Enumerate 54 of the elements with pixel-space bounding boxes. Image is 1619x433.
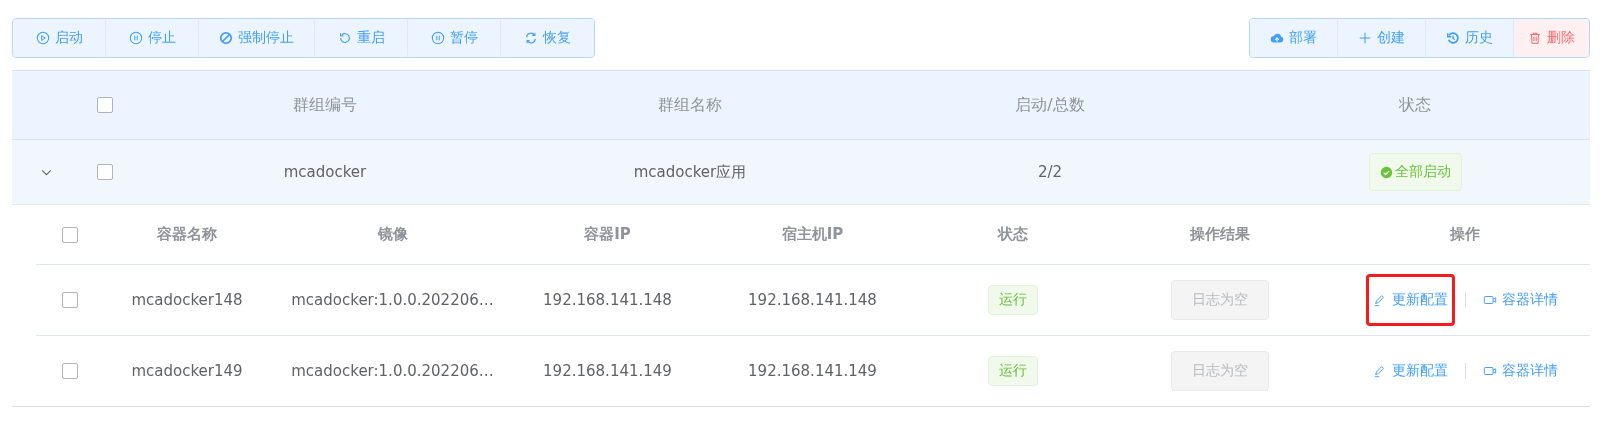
status-tag: 运行 [987,356,1038,386]
column-header: 容器IP [584,225,631,244]
rotate-icon [337,31,352,45]
pencil-icon [1372,293,1387,307]
play-icon [35,31,50,45]
column-header: 群组名称 [658,94,722,116]
column-header: 状态 [997,225,1028,244]
pause-icon [128,31,143,45]
toolbar-button[interactable]: 部署 [1250,19,1338,57]
column-header: 镜像 [377,225,408,244]
status-text: 全部启动 [1394,163,1451,181]
table-cell: mcadocker应用 [633,162,747,182]
table-cell: mcadocker148 [131,291,243,309]
refresh-icon [524,31,538,45]
table-cell: mcadocker149 [131,362,243,380]
video-icon [1482,364,1497,378]
ban-icon [219,31,233,45]
status-tag: 运行 [987,285,1038,315]
table-cell: 2/2 [1037,163,1063,181]
table-cell: 192.168.141.149 [748,362,877,380]
table-cell: 192.168.141.149 [543,362,672,380]
table-cell: 192.168.141.148 [543,291,672,309]
log-button[interactable]: 日志为空 [1171,351,1269,391]
table-cell: mcadocker:1.0.0.202206… [291,362,494,380]
column-header: 状态 [1399,94,1431,116]
table-cell: mcadocker [283,163,367,181]
action-link[interactable]: 更新配置 [1365,345,1455,397]
video-icon [1482,293,1497,307]
checkbox[interactable] [62,292,78,308]
cloud-upload-icon [1270,31,1284,45]
checkbox[interactable] [62,363,78,379]
checkbox[interactable] [62,226,78,243]
checkbox[interactable] [97,97,113,113]
toolbar-button[interactable]: 启动 [13,19,106,57]
toolbar-button[interactable]: 删除 [1514,19,1589,57]
trash-icon [1528,31,1542,45]
table-cell: mcadocker:1.0.0.202206… [291,291,494,309]
column-header: 容器名称 [157,225,217,244]
action-link[interactable]: 容器详情 [1475,345,1565,397]
column-header: 操作 [1450,225,1480,244]
checkbox[interactable] [97,164,113,180]
column-header: 启动/总数 [1015,94,1085,116]
column-header: 群组编号 [293,94,357,116]
pencil-icon [1372,364,1387,378]
action-link[interactable]: 更新配置 [1365,274,1455,326]
history-icon [1446,31,1460,45]
table-cell: 192.168.141.148 [748,291,877,309]
pause-icon [430,31,445,45]
action-link[interactable]: 容器详情 [1475,274,1565,326]
check-circle-icon [1379,165,1393,179]
column-header: 宿主机IP [781,225,844,244]
log-button[interactable]: 日志为空 [1171,280,1269,320]
column-header: 操作结果 [1190,225,1250,244]
plus-icon [1358,31,1372,45]
